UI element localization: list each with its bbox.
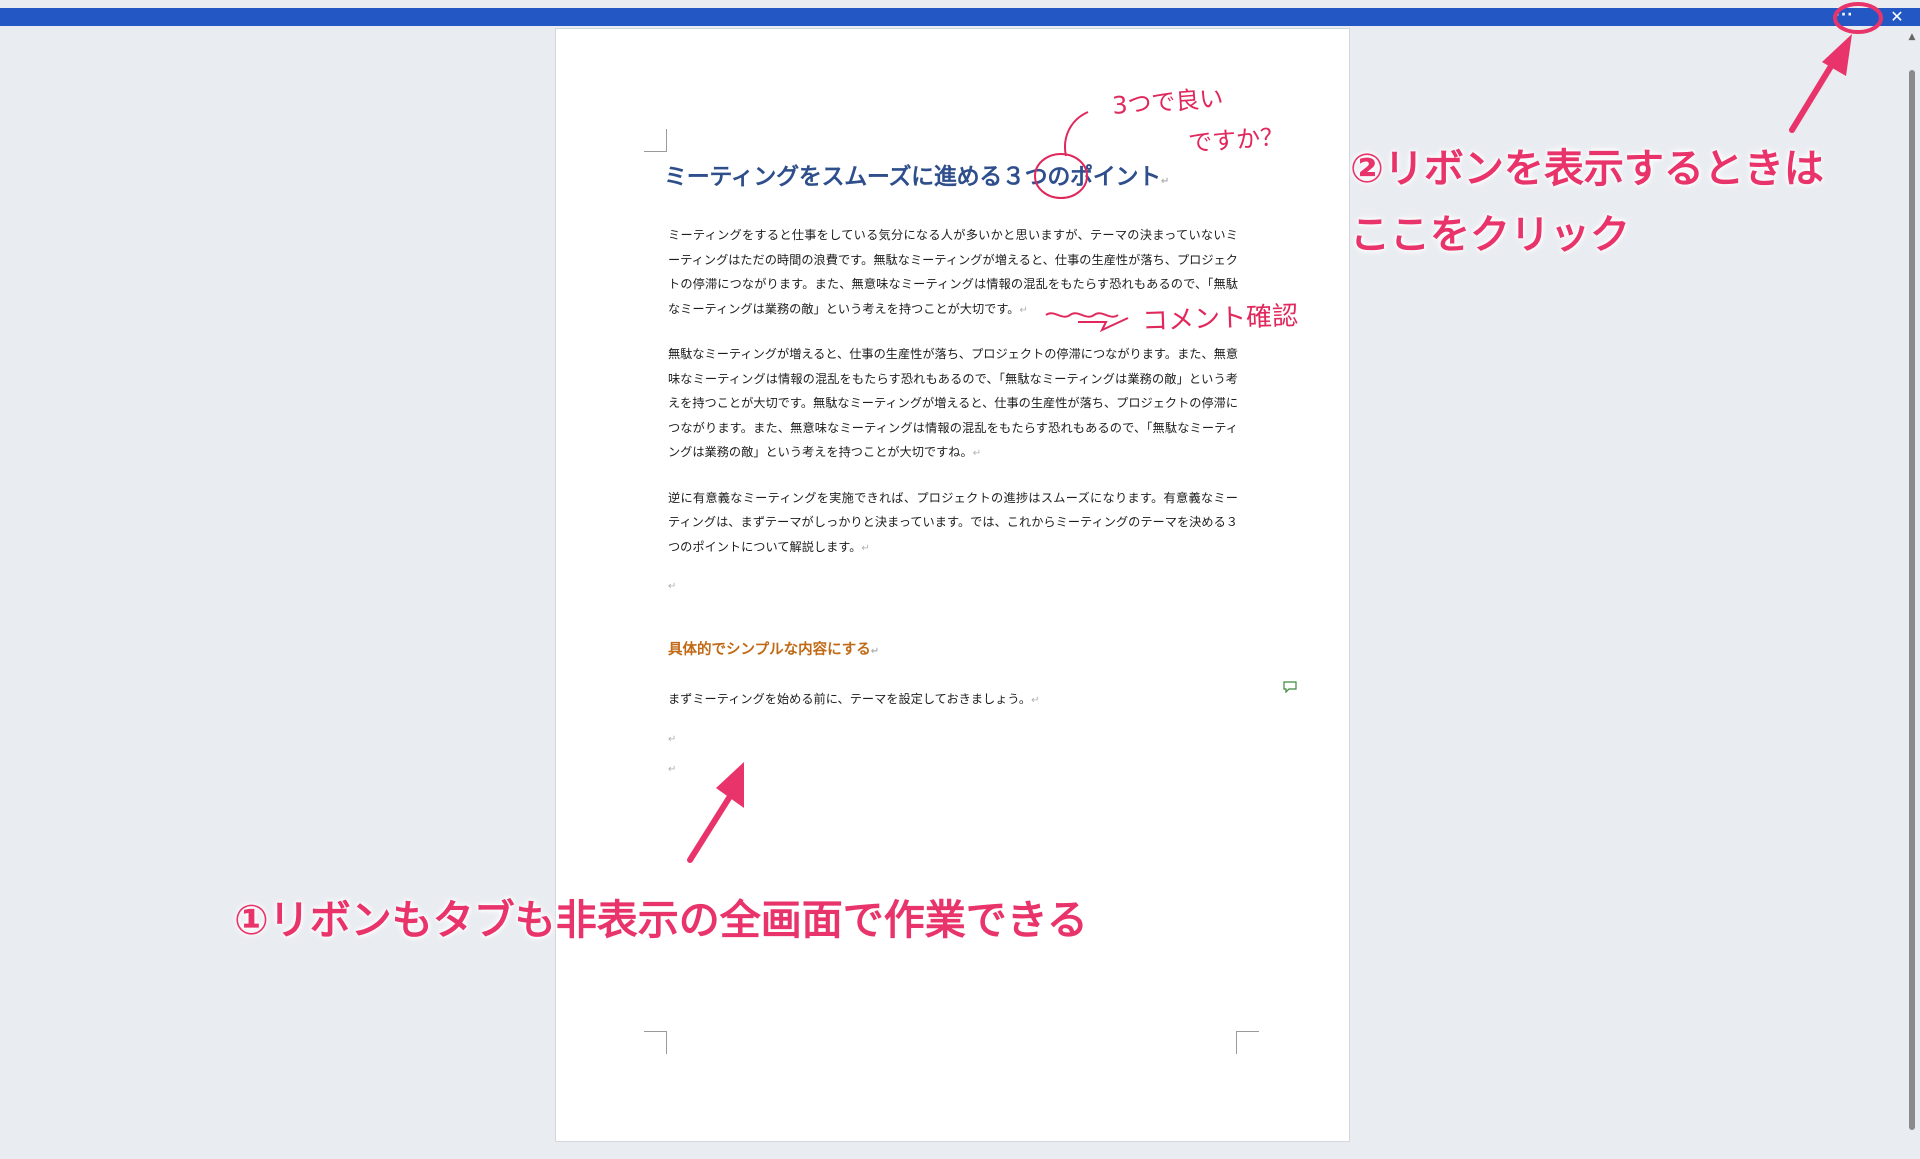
document-body[interactable]: ミーティングをスムーズに進める３つのポイント↵ ミーティングをすると仕事をしてい… bbox=[664, 157, 1239, 793]
empty-paragraph: ↵ bbox=[668, 734, 677, 745]
annotation-ribbon-show-line2: ここをクリック bbox=[1350, 212, 1630, 258]
body-line: まずミーティングを始める前に、テーマを設定しておきましょう。↵ bbox=[668, 692, 1040, 706]
margin-corner-mark bbox=[644, 129, 667, 152]
empty-paragraph: ↵ bbox=[668, 581, 677, 592]
annotation-ribbon-show-line1: ②リボンを表示するときは bbox=[1350, 146, 1824, 192]
title-bar: ··· ✕ bbox=[0, 8, 1920, 26]
handwritten-note-2: ですか？ bbox=[1187, 122, 1286, 158]
more-options-button[interactable]: ··· bbox=[1828, 8, 1860, 26]
margin-corner-mark bbox=[1236, 1031, 1259, 1054]
body-paragraph-3: 逆に有意義なミーティングを実施できれば、プロジェクトの進捗はスムーズになります。… bbox=[668, 490, 1238, 554]
empty-paragraph: ↵ bbox=[668, 764, 677, 775]
section-heading: 具体的でシンプルな内容にする↵ bbox=[668, 642, 880, 658]
body-paragraph-2: 無駄なミーティングが増えると、仕事の生産性が落ち、プロジェクトの停滞につながりま… bbox=[668, 347, 1239, 459]
annotation-fullscreen-note: ①リボンもタブも非表示の全画面で作業できる bbox=[234, 896, 1088, 944]
document-title: ミーティングをスムーズに進める３つのポイント↵ bbox=[664, 164, 1169, 190]
scrollbar-thumb[interactable] bbox=[1909, 70, 1915, 1130]
close-button[interactable]: ✕ bbox=[1888, 8, 1906, 26]
margin-corner-mark bbox=[644, 1031, 667, 1054]
vertical-scrollbar[interactable]: ▲ bbox=[1908, 32, 1916, 1152]
scroll-up-icon[interactable]: ▲ bbox=[1908, 32, 1916, 42]
document-page[interactable]: ミーティングをスムーズに進める３つのポイント↵ ミーティングをすると仕事をしてい… bbox=[555, 28, 1350, 1142]
handwritten-note-3: コメント確認 bbox=[1141, 301, 1299, 337]
comment-icon[interactable] bbox=[1283, 681, 1297, 693]
